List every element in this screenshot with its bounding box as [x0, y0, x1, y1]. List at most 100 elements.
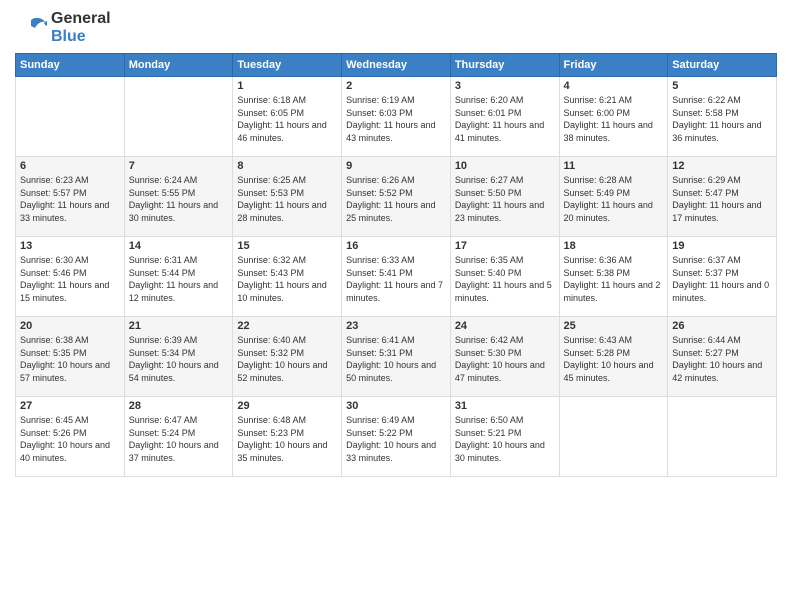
day-info: Sunrise: 6:35 AM Sunset: 5:40 PM Dayligh… [455, 254, 555, 304]
calendar-cell [124, 77, 233, 157]
day-number: 5 [672, 80, 772, 92]
calendar-cell: 20Sunrise: 6:38 AM Sunset: 5:35 PM Dayli… [16, 317, 125, 397]
day-number: 12 [672, 160, 772, 172]
day-number: 2 [346, 80, 446, 92]
calendar-cell: 10 Sunrise: 6:27 AM Sunset: 5:50 PM Dayli… [450, 157, 559, 237]
day-header-sunday: Sunday [16, 54, 125, 77]
logo-text: General Blue [51, 10, 111, 45]
week-row-2: 13Sunrise: 6:30 AM Sunset: 5:46 PM Dayli… [16, 237, 777, 317]
calendar-cell: 24 Sunrise: 6:42 AM Sunset: 5:30 PM Dayli… [450, 317, 559, 397]
day-info: Sunrise: 6:18 AM Sunset: 6:05 PM Dayligh… [237, 94, 337, 144]
calendar-cell: 13Sunrise: 6:30 AM Sunset: 5:46 PM Dayli… [16, 237, 125, 317]
calendar-body: 1Sunrise: 6:18 AM Sunset: 6:05 PM Daylig… [16, 77, 777, 477]
day-number: 30 [346, 400, 446, 412]
day-header-saturday: Saturday [668, 54, 777, 77]
day-header-wednesday: Wednesday [342, 54, 451, 77]
calendar-cell: 7 Sunrise: 6:24 AM Sunset: 5:55 PM Daylig… [124, 157, 233, 237]
calendar-cell: 21Sunrise: 6:39 AM Sunset: 5:34 PM Dayli… [124, 317, 233, 397]
day-number: 9 [346, 160, 446, 172]
calendar-cell: 2 Sunrise: 6:19 AM Sunset: 6:03 PM Daylig… [342, 77, 451, 157]
calendar-cell: 29 Sunrise: 6:48 AM Sunset: 5:23 PM Dayli… [233, 397, 342, 477]
day-number: 15 [237, 240, 337, 252]
calendar-cell: 1Sunrise: 6:18 AM Sunset: 6:05 PM Daylig… [233, 77, 342, 157]
day-header-tuesday: Tuesday [233, 54, 342, 77]
day-info: Sunrise: 6:20 AM Sunset: 6:01 PM Dayligh… [455, 94, 555, 144]
day-info: Sunrise: 6:39 AM Sunset: 5:34 PM Dayligh… [129, 334, 229, 384]
day-number: 19 [672, 240, 772, 252]
calendar-cell: 17 Sunrise: 6:35 AM Sunset: 5:40 PM Dayli… [450, 237, 559, 317]
day-number: 23 [346, 320, 446, 332]
day-info: Sunrise: 6:44 AM Sunset: 5:27 PM Dayligh… [672, 334, 772, 384]
day-info: Sunrise: 6:32 AM Sunset: 5:43 PM Dayligh… [237, 254, 337, 304]
day-info: Sunrise: 6:29 AM Sunset: 5:47 PM Dayligh… [672, 174, 772, 224]
calendar-cell: 9 Sunrise: 6:26 AM Sunset: 5:52 PM Daylig… [342, 157, 451, 237]
calendar-cell: 31Sunrise: 6:50 AM Sunset: 5:21 PM Dayli… [450, 397, 559, 477]
calendar-cell: 25 Sunrise: 6:43 AM Sunset: 5:28 PM Dayli… [559, 317, 668, 397]
day-number: 10 [455, 160, 555, 172]
day-info: Sunrise: 6:38 AM Sunset: 5:35 PM Dayligh… [20, 334, 120, 384]
day-number: 3 [455, 80, 555, 92]
day-info: Sunrise: 6:45 AM Sunset: 5:26 PM Dayligh… [20, 414, 120, 464]
day-number: 24 [455, 320, 555, 332]
day-number: 17 [455, 240, 555, 252]
logo-bird-icon [15, 12, 47, 44]
day-number: 26 [672, 320, 772, 332]
calendar-cell: 16Sunrise: 6:33 AM Sunset: 5:41 PM Dayli… [342, 237, 451, 317]
page-header: General Blue [15, 10, 777, 45]
calendar-cell: 6Sunrise: 6:23 AM Sunset: 5:57 PM Daylig… [16, 157, 125, 237]
calendar-cell: 12 Sunrise: 6:29 AM Sunset: 5:47 PM Dayli… [668, 157, 777, 237]
day-info: Sunrise: 6:42 AM Sunset: 5:30 PM Dayligh… [455, 334, 555, 384]
day-info: Sunrise: 6:25 AM Sunset: 5:53 PM Dayligh… [237, 174, 337, 224]
day-info: Sunrise: 6:33 AM Sunset: 5:41 PM Dayligh… [346, 254, 446, 304]
day-info: Sunrise: 6:19 AM Sunset: 6:03 PM Dayligh… [346, 94, 446, 144]
day-info: Sunrise: 6:48 AM Sunset: 5:23 PM Dayligh… [237, 414, 337, 464]
calendar-cell: 15 Sunrise: 6:32 AM Sunset: 5:43 PM Dayli… [233, 237, 342, 317]
calendar-cell: 11 Sunrise: 6:28 AM Sunset: 5:49 PM Dayli… [559, 157, 668, 237]
calendar-cell [559, 397, 668, 477]
day-number: 13 [20, 240, 120, 252]
logo-blue: Blue [51, 28, 111, 46]
calendar-cell: 30 Sunrise: 6:49 AM Sunset: 5:22 PM Dayli… [342, 397, 451, 477]
day-number: 25 [564, 320, 664, 332]
logo-general: General [51, 10, 111, 28]
week-row-1: 6Sunrise: 6:23 AM Sunset: 5:57 PM Daylig… [16, 157, 777, 237]
day-info: Sunrise: 6:22 AM Sunset: 5:58 PM Dayligh… [672, 94, 772, 144]
day-header-thursday: Thursday [450, 54, 559, 77]
day-number: 18 [564, 240, 664, 252]
calendar-cell: 26 Sunrise: 6:44 AM Sunset: 5:27 PM Dayli… [668, 317, 777, 397]
calendar-header-row: SundayMondayTuesdayWednesdayThursdayFrid… [16, 54, 777, 77]
day-number: 29 [237, 400, 337, 412]
day-header-friday: Friday [559, 54, 668, 77]
day-number: 4 [564, 80, 664, 92]
day-number: 14 [129, 240, 229, 252]
day-info: Sunrise: 6:28 AM Sunset: 5:49 PM Dayligh… [564, 174, 664, 224]
calendar-cell: 5 Sunrise: 6:22 AM Sunset: 5:58 PM Daylig… [668, 77, 777, 157]
calendar-cell: 28Sunrise: 6:47 AM Sunset: 5:24 PM Dayli… [124, 397, 233, 477]
day-info: Sunrise: 6:50 AM Sunset: 5:21 PM Dayligh… [455, 414, 555, 464]
day-number: 22 [237, 320, 337, 332]
day-info: Sunrise: 6:23 AM Sunset: 5:57 PM Dayligh… [20, 174, 120, 224]
day-info: Sunrise: 6:31 AM Sunset: 5:44 PM Dayligh… [129, 254, 229, 304]
calendar-cell: 14 Sunrise: 6:31 AM Sunset: 5:44 PM Dayli… [124, 237, 233, 317]
day-info: Sunrise: 6:27 AM Sunset: 5:50 PM Dayligh… [455, 174, 555, 224]
calendar-cell [16, 77, 125, 157]
calendar-cell: 8Sunrise: 6:25 AM Sunset: 5:53 PM Daylig… [233, 157, 342, 237]
day-header-monday: Monday [124, 54, 233, 77]
day-info: Sunrise: 6:49 AM Sunset: 5:22 PM Dayligh… [346, 414, 446, 464]
logo: General Blue [15, 10, 111, 45]
day-info: Sunrise: 6:26 AM Sunset: 5:52 PM Dayligh… [346, 174, 446, 224]
day-info: Sunrise: 6:40 AM Sunset: 5:32 PM Dayligh… [237, 334, 337, 384]
calendar-cell [668, 397, 777, 477]
day-info: Sunrise: 6:43 AM Sunset: 5:28 PM Dayligh… [564, 334, 664, 384]
day-number: 11 [564, 160, 664, 172]
week-row-0: 1Sunrise: 6:18 AM Sunset: 6:05 PM Daylig… [16, 77, 777, 157]
day-info: Sunrise: 6:37 AM Sunset: 5:37 PM Dayligh… [672, 254, 772, 304]
calendar-table: SundayMondayTuesdayWednesdayThursdayFrid… [15, 53, 777, 477]
day-number: 28 [129, 400, 229, 412]
calendar-cell: 27Sunrise: 6:45 AM Sunset: 5:26 PM Dayli… [16, 397, 125, 477]
day-info: Sunrise: 6:24 AM Sunset: 5:55 PM Dayligh… [129, 174, 229, 224]
calendar-cell: 23Sunrise: 6:41 AM Sunset: 5:31 PM Dayli… [342, 317, 451, 397]
calendar-cell: 4Sunrise: 6:21 AM Sunset: 6:00 PM Daylig… [559, 77, 668, 157]
day-number: 7 [129, 160, 229, 172]
calendar-cell: 3 Sunrise: 6:20 AM Sunset: 6:01 PM Daylig… [450, 77, 559, 157]
